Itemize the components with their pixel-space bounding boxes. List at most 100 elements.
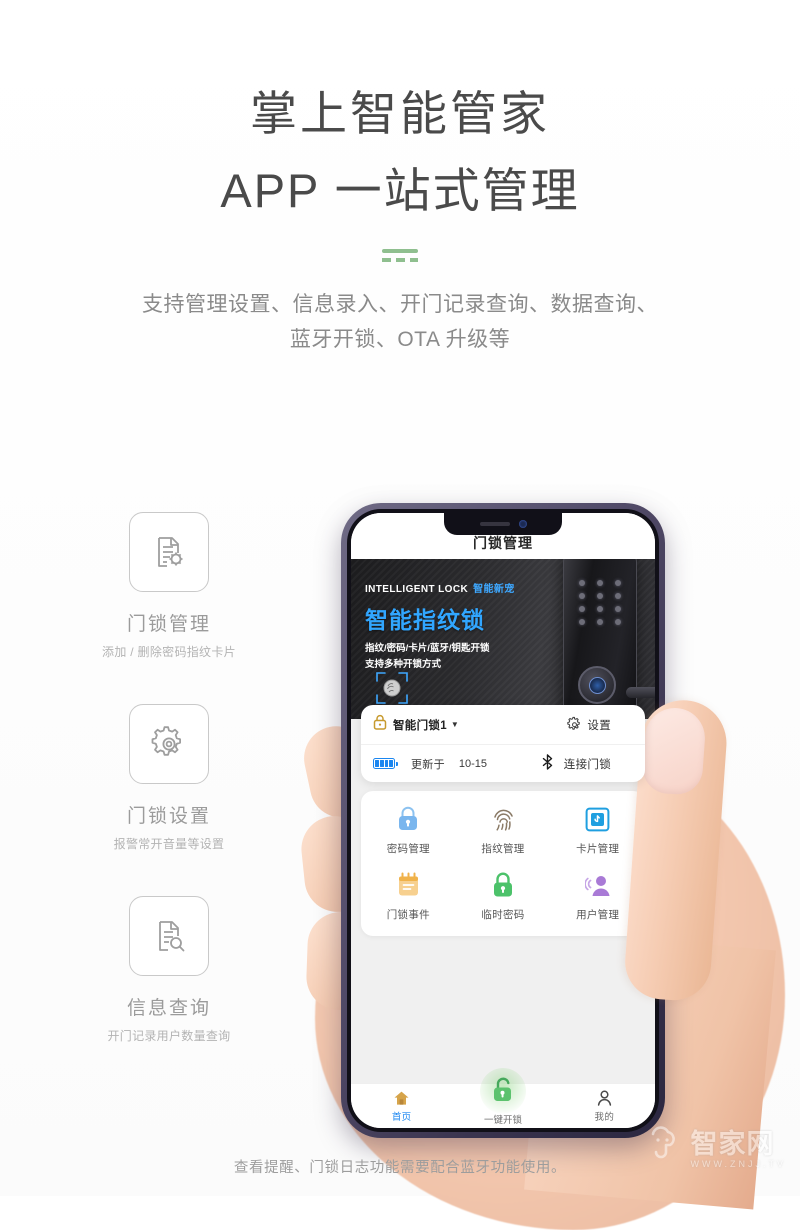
nav-item-profile[interactable]: 我的: [554, 1090, 655, 1123]
gear-icon: [567, 716, 582, 734]
feature-desc: 添加 / 删除密码指纹卡片: [102, 645, 236, 659]
function-item-fingerprint-management[interactable]: 指纹管理: [456, 804, 551, 856]
watermark-name: 智家网: [690, 1129, 775, 1159]
keypad-dot: [578, 619, 585, 625]
promo-page: 掌上智能管家 APP 一站式管理 支持管理设置、信息录入、开门记录查询、数据查询…: [0, 0, 800, 1230]
hero-divider: [382, 248, 418, 262]
phone-notch: [444, 513, 562, 535]
product-banner: INTELLIGENT LOCK 智能新宠 智能指纹锁 指纹/密码/卡片/蓝牙/钥…: [351, 559, 655, 719]
battery-icon: [373, 758, 398, 769]
function-grid-row: 门锁事件 临时密码 用户管理: [361, 870, 645, 922]
document-search-icon: [129, 896, 209, 976]
device-name: 智能门锁1: [393, 719, 447, 732]
function-grid-row: 密码管理 指纹管理 卡片管理: [361, 804, 645, 856]
function-item-card-management[interactable]: 卡片管理: [550, 804, 645, 856]
nav-item-home[interactable]: 首页: [351, 1090, 452, 1123]
settings-button[interactable]: 设置: [567, 716, 611, 734]
keypad-dot: [596, 606, 603, 612]
banner-eyebrow-en: INTELLIGENT LOCK: [365, 584, 469, 595]
page-subtitle-heading: APP 一站式管理: [220, 164, 580, 218]
unlock-icon: [488, 1076, 518, 1106]
fingerprint-icon: [456, 804, 551, 834]
settings-label: 设置: [587, 719, 611, 732]
feature-item-info-query: 信息查询 开门记录用户数量查询: [74, 896, 264, 1044]
cloud-face-icon: [642, 1125, 684, 1166]
hero-section: 掌上智能管家 APP 一站式管理 支持管理设置、信息录入、开门记录查询、数据查询…: [0, 0, 800, 357]
nav-label-profile: 我的: [594, 1111, 615, 1123]
keypad-dot: [596, 580, 603, 586]
home-icon: [351, 1090, 452, 1107]
smart-lock-image: [563, 559, 655, 719]
phone-mockup: 门锁管理 INTELLIGENT LOCK 智能新宠 智能指纹锁 指纹/密码/卡…: [341, 503, 665, 1138]
banner-eyebrow-cn: 智能新宠: [473, 584, 515, 595]
watermark-text: 智家网 WWW.ZNJJ.TV: [691, 1122, 787, 1169]
keypad-dot: [596, 619, 603, 625]
thumbnail-nail: [641, 706, 707, 796]
fingerprint-scan-icon: [375, 671, 409, 705]
lock-icon: [373, 714, 387, 735]
feature-item-lock-management: 门锁管理 添加 / 删除密码指纹卡片: [74, 512, 264, 660]
temp-password-lock-icon: [456, 870, 551, 900]
earpiece-speaker: [479, 522, 510, 526]
connect-lock-label: 连接门锁: [563, 758, 611, 771]
keypad-dot: [615, 619, 622, 625]
function-item-password-management[interactable]: 密码管理: [361, 804, 456, 856]
document-gear-icon: [129, 512, 209, 592]
device-card[interactable]: 智能门锁1 ▼ 设置 更新于 10-15 连接门锁: [361, 705, 645, 782]
divider-dashed-bar: [382, 257, 418, 262]
keypad-dot: [578, 606, 585, 612]
keypad-dot: [578, 580, 585, 586]
hero-description: 支持管理设置、信息录入、开门记录查询、数据查询、 蓝牙开锁、OTA 升级等: [90, 288, 710, 357]
banner-line2: 支持多种开锁方式: [365, 659, 442, 670]
calendar-event-icon: [361, 870, 456, 900]
function-label: 密码管理: [386, 843, 430, 855]
function-item-lock-events[interactable]: 门锁事件: [361, 870, 456, 922]
feature-list: 门锁管理 添加 / 删除密码指纹卡片 门锁设置 报警常开音量等设置 信息查询 开…: [74, 512, 264, 1088]
hero-description-line2: 蓝牙开锁、OTA 升级等: [289, 327, 511, 351]
page-title: 掌上智能管家: [250, 87, 550, 140]
feature-desc: 报警常开音量等设置: [113, 837, 225, 851]
feature-title: 门锁设置: [126, 806, 211, 827]
function-item-temp-password[interactable]: 临时密码: [456, 870, 551, 922]
connect-lock-button[interactable]: 连接门锁: [541, 754, 611, 773]
gear-icon: [129, 704, 209, 784]
watermark-url: WWW.ZNJJ.TV: [690, 1159, 786, 1169]
lock-fingerprint-reader: [578, 666, 616, 704]
keypad-dot: [615, 580, 622, 586]
hero-description-line1: 支持管理设置、信息录入、开门记录查询、数据查询、: [142, 292, 658, 316]
keypad-dot: [578, 593, 585, 599]
function-label: 卡片管理: [576, 843, 620, 855]
password-lock-icon: [361, 804, 456, 834]
device-card-top-row: 智能门锁1 ▼ 设置: [361, 705, 645, 745]
keypad-dot: [596, 593, 603, 599]
card-icon: [550, 804, 645, 834]
updated-label: 更新于: [411, 758, 445, 771]
bluetooth-icon: [541, 754, 554, 773]
feature-desc: 开门记录用户数量查询: [107, 1029, 231, 1043]
keypad-dot: [615, 593, 622, 599]
person-icon: [554, 1090, 655, 1107]
function-grid: 密码管理 指纹管理 卡片管理 门锁事件 临时密码 用户管理: [361, 791, 645, 936]
banner-text: INTELLIGENT LOCK 智能新宠 智能指纹锁 指纹/密码/卡片/蓝牙/钥…: [365, 579, 525, 670]
keypad-dot: [615, 606, 622, 612]
nav-label-home: 首页: [391, 1111, 412, 1123]
chevron-down-icon[interactable]: ▼: [451, 720, 459, 729]
front-camera-icon: [518, 520, 527, 528]
phone-screen: 门锁管理 INTELLIGENT LOCK 智能新宠 智能指纹锁 指纹/密码/卡…: [351, 513, 655, 1128]
divider-solid-bar: [382, 248, 418, 253]
feature-item-lock-settings: 门锁设置 报警常开音量等设置: [74, 704, 264, 852]
one-tap-unlock-button[interactable]: [480, 1068, 526, 1114]
feature-title: 信息查询: [126, 998, 211, 1019]
function-label: 临时密码: [481, 909, 525, 921]
function-label: 门锁事件: [386, 909, 430, 921]
feature-title: 门锁管理: [126, 614, 211, 635]
one-tap-unlock-label: 一键开锁: [483, 1115, 523, 1126]
function-label: 指纹管理: [481, 843, 525, 855]
watermark: 智家网 WWW.ZNJJ.TV: [642, 1122, 787, 1169]
lock-handle: [626, 687, 655, 698]
app-title: 门锁管理: [473, 535, 533, 551]
device-card-status-row: 更新于 10-15 连接门锁: [361, 745, 645, 782]
updated-date: 10-15: [458, 757, 488, 770]
lock-keypad: [576, 580, 624, 625]
phone-bezel: 门锁管理 INTELLIGENT LOCK 智能新宠 智能指纹锁 指纹/密码/卡…: [347, 509, 659, 1132]
